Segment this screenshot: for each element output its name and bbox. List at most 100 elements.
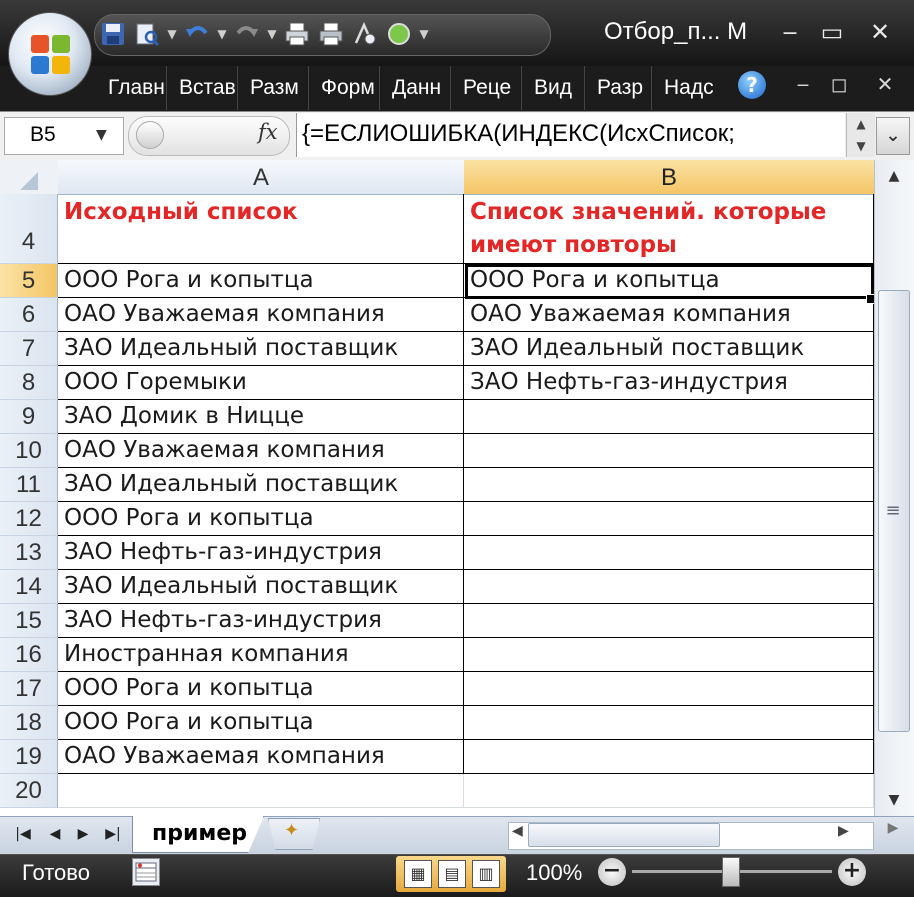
zoom-level[interactable]: 100% [526,860,582,886]
row-header[interactable]: 15 [0,604,58,638]
scroll-down-icon[interactable]: ▼ [878,786,910,814]
ribbon-minimize-button[interactable]: ‒ [788,72,818,96]
cell-a[interactable]: ОАО Уважаемая компания [58,298,464,332]
row-header[interactable]: 18 [0,706,58,740]
chevron-down-icon[interactable]: ▼ [216,27,228,41]
macro-record-icon[interactable] [132,858,160,886]
spellcheck-icon[interactable] [350,19,380,49]
chevron-down-icon[interactable]: ▼ [418,27,430,41]
prev-sheet-icon[interactable]: ◀ [44,822,66,846]
row-header[interactable]: 5 [0,264,58,298]
zoom-in-button[interactable]: + [838,858,866,886]
row-header[interactable]: 17 [0,672,58,706]
row-header[interactable]: 13 [0,536,58,570]
chevron-down-icon[interactable]: ▼ [96,127,107,143]
cell-b[interactable] [464,740,874,774]
cell-a[interactable] [58,774,464,808]
maximize-button[interactable]: ▭ [812,18,852,46]
cell-a[interactable]: Иностранная компания [58,638,464,672]
redo-icon[interactable] [232,19,262,49]
office-button[interactable] [8,12,92,96]
undo-icon[interactable] [182,19,212,49]
chevron-down-icon[interactable]: ▼ [266,27,278,41]
cell-a[interactable]: ЗАО Нефть-газ-индустрия [58,604,464,638]
save-icon[interactable] [98,19,128,49]
cell-b[interactable]: ОАО Уважаемая компания [464,298,874,332]
scroll-up-icon[interactable]: ▲ [878,162,910,190]
cell-b[interactable] [464,604,874,638]
scroll-right-icon[interactable]: ▶ [838,823,849,839]
normal-view-icon[interactable]: ▦ [404,860,432,888]
close-button[interactable]: ✕ [860,18,900,46]
quick-print-icon[interactable] [282,19,312,49]
first-sheet-icon[interactable]: |◀ [12,822,34,846]
spreadsheet-grid[interactable]: A B 4 Исходный список Список значений. котор… [0,160,874,816]
row-header[interactable]: 9 [0,400,58,434]
column-header-a[interactable]: A [58,160,465,195]
horizontal-scroll-thumb[interactable] [528,823,720,847]
row-header[interactable]: 20 [0,774,58,808]
insert-function-icon[interactable]: fx [258,120,278,144]
formula-scroll[interactable]: ▲ ▼ [846,113,875,157]
header-cell-b[interactable]: Список значений. которые имеют повторы [464,194,874,264]
print-preview-icon[interactable] [132,19,162,49]
row-header[interactable]: 4 [0,194,58,264]
cell-a[interactable]: ООО Горемыки [58,366,464,400]
row-header[interactable]: 10 [0,434,58,468]
cell-a[interactable]: ЗАО Нефть-газ-индустрия [58,536,464,570]
splitter-knob-icon[interactable] [136,121,164,149]
row-header[interactable]: 19 [0,740,58,774]
row-header[interactable]: 7 [0,332,58,366]
row-header[interactable]: 16 [0,638,58,672]
last-sheet-icon[interactable]: ▶| [102,822,124,846]
row-header[interactable]: 8 [0,366,58,400]
cell-a[interactable]: ЗАО Идеальный поставщик [58,468,464,502]
cell-a[interactable]: ООО Рога и копытца [58,672,464,706]
cell-b[interactable]: ЗАО Нефть-газ-индустрия [464,366,874,400]
scroll-left-icon[interactable]: ◀ [512,823,523,839]
cell-a[interactable]: ЗАО Идеальный поставщик [58,332,464,366]
print-icon[interactable] [316,19,346,49]
zoom-slider-thumb[interactable] [722,857,740,887]
tab-developer[interactable]: Разр [585,66,652,110]
cell-a[interactable]: ЗАО Домик в Ницце [58,400,464,434]
page-break-view-icon[interactable]: ▥ [472,860,500,888]
cell-b[interactable] [464,400,874,434]
column-header-b[interactable]: B [464,160,874,195]
cell-a[interactable]: ООО Рога и копытца [58,264,464,298]
tab-page-layout[interactable]: Разм [238,66,309,110]
tab-review[interactable]: Реце [451,66,522,110]
cell-b[interactable] [464,774,874,808]
zoom-out-button[interactable]: − [598,858,626,886]
circle-icon[interactable] [384,19,414,49]
cell-b[interactable] [464,536,874,570]
cell-b[interactable] [464,468,874,502]
help-icon[interactable]: ? [738,71,766,99]
next-sheet-icon[interactable]: ▶ [72,822,94,846]
row-header[interactable]: 6 [0,298,58,332]
select-all-icon[interactable] [20,172,38,190]
cell-b[interactable] [464,502,874,536]
cell-a[interactable]: ЗАО Идеальный поставщик [58,570,464,604]
fill-handle[interactable] [866,294,874,304]
cell-b[interactable]: ЗАО Идеальный поставщик [464,332,874,366]
row-header[interactable]: 14 [0,570,58,604]
cell-b[interactable] [464,638,874,672]
tab-data[interactable]: Данн [380,66,451,110]
cell-a[interactable]: ОАО Уважаемая компания [58,434,464,468]
cell-a[interactable]: ОАО Уважаемая компания [58,740,464,774]
chevron-down-icon[interactable]: ▼ [166,27,178,41]
expand-formula-bar-icon[interactable]: ⌄ [876,117,910,155]
tab-addins[interactable]: Надс [652,66,722,110]
header-cell-a[interactable]: Исходный список [58,194,464,264]
minimize-button[interactable]: ‒ [770,18,810,46]
tab-insert[interactable]: Встав [167,66,238,110]
cell-b[interactable] [464,570,874,604]
row-header[interactable]: 12 [0,502,58,536]
cell-b[interactable] [464,672,874,706]
scroll-right-end-icon[interactable]: ▶ [878,820,908,850]
row-header[interactable]: 11 [0,468,58,502]
cell-b[interactable] [464,706,874,740]
tab-home[interactable]: Главн [96,66,167,110]
cell-b[interactable] [464,434,874,468]
